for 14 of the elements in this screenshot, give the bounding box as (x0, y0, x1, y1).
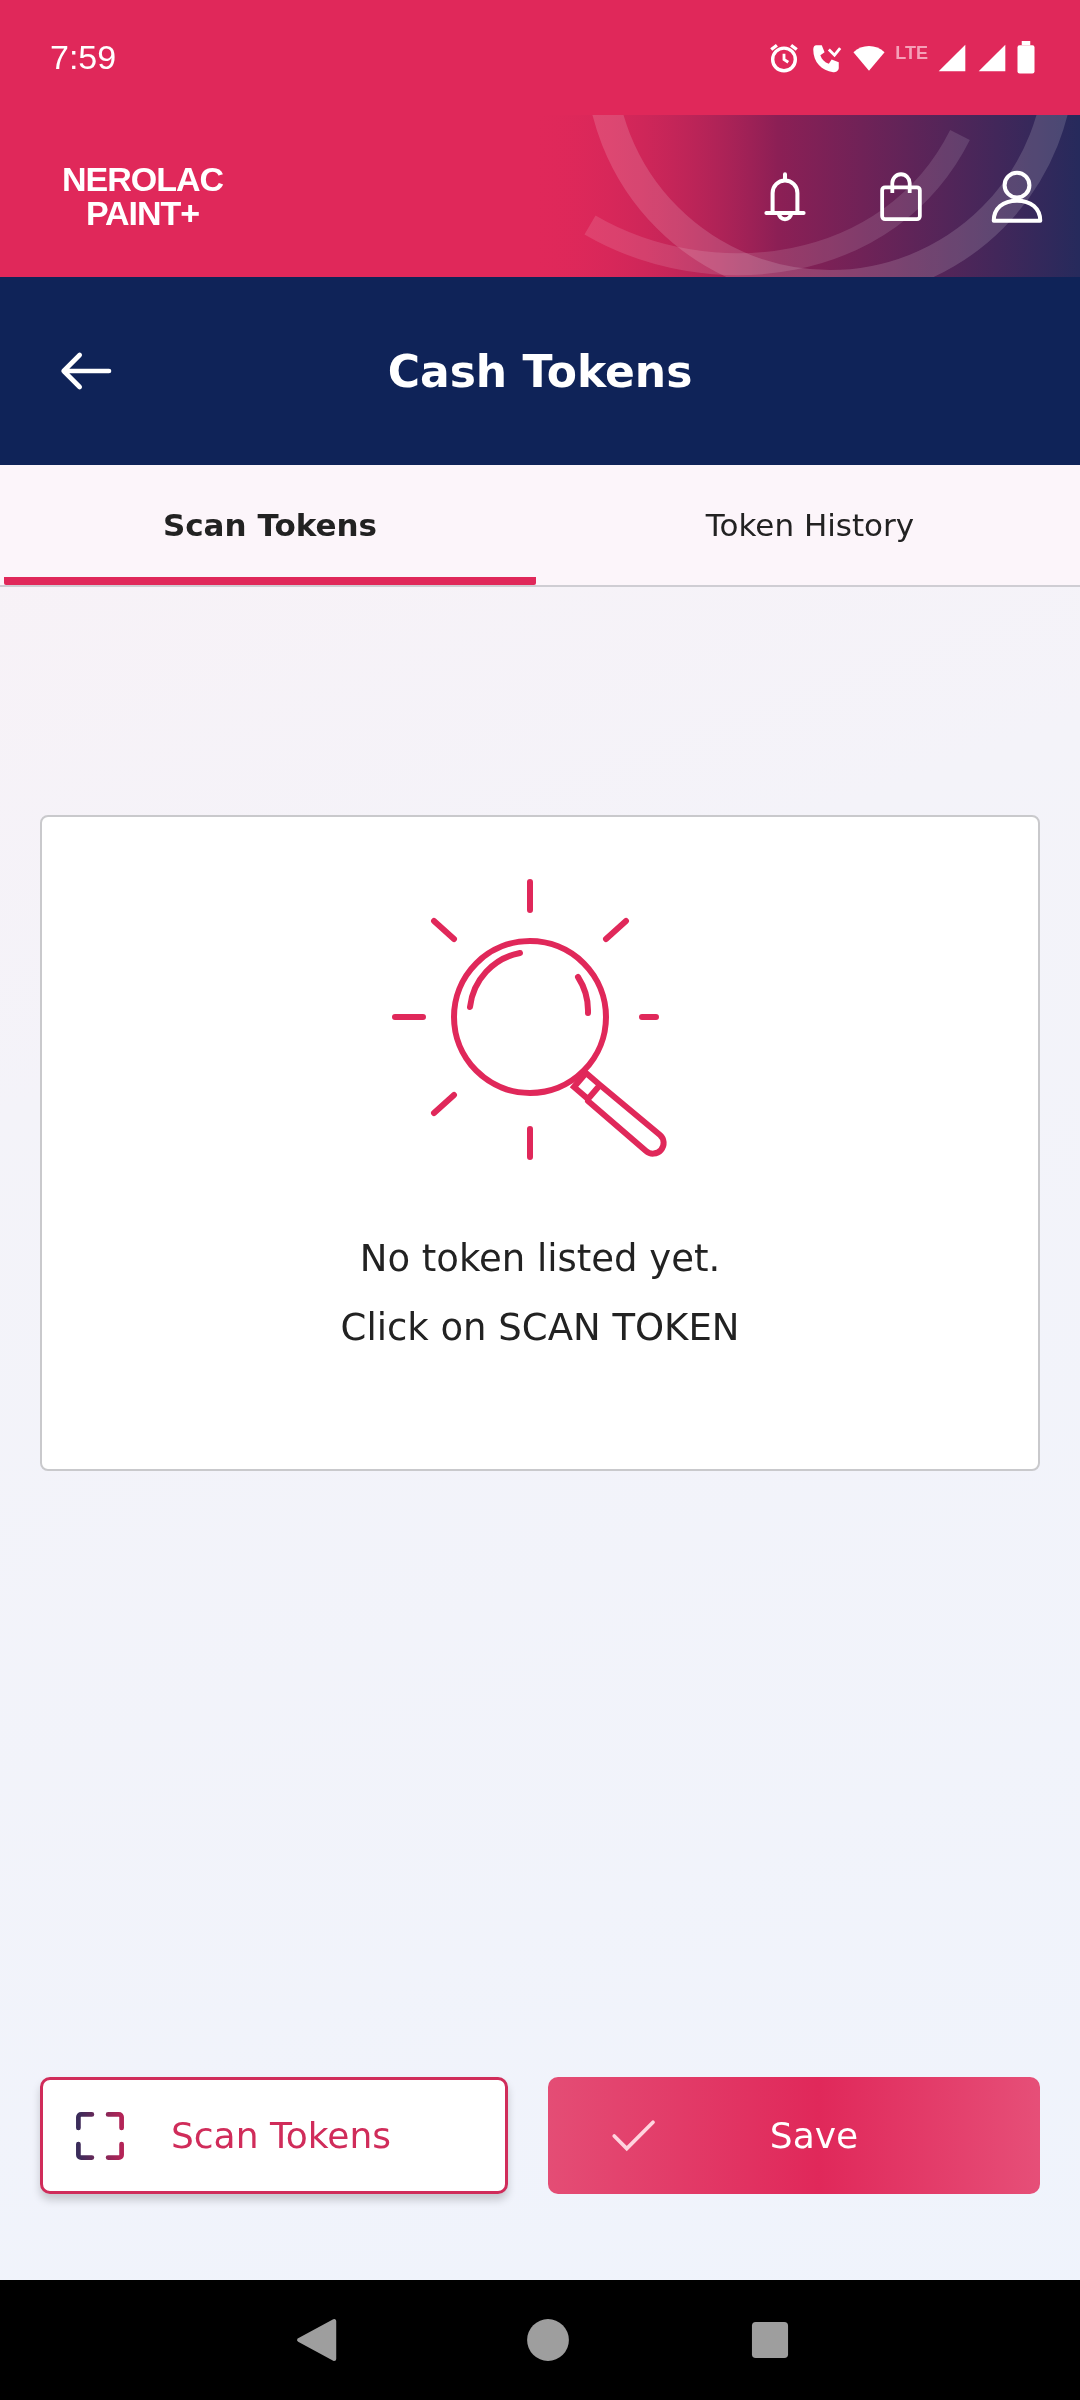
battery-icon (1016, 40, 1036, 75)
recents-icon[interactable] (751, 2321, 790, 2359)
home-icon[interactable] (526, 2318, 570, 2362)
save-button[interactable]: Save (548, 2077, 1040, 2194)
back-arrow-icon[interactable] (58, 351, 112, 391)
scan-tokens-button[interactable]: Scan Tokens (40, 2077, 508, 2194)
clock-time: 7:59 (50, 38, 117, 77)
empty-message: No token listed yet. (359, 1237, 721, 1280)
tab[interactable]: Scan Tokens (4, 465, 536, 585)
tab[interactable]: Token History (544, 465, 1076, 585)
empty-message: Click on SCAN TOKEN (340, 1306, 740, 1349)
brand-logo: NEROLAC PAINT+ (62, 162, 224, 230)
network-label: LTE (895, 42, 928, 64)
screen-title: Cash Tokens (387, 345, 693, 397)
